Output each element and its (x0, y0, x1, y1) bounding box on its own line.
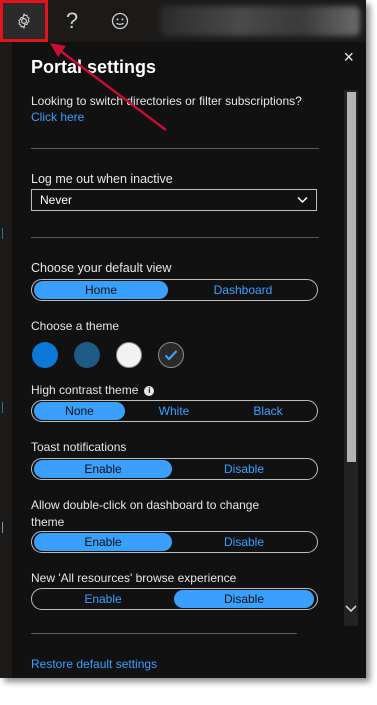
theme-swatch-dark[interactable] (158, 342, 184, 368)
all-resources-enable[interactable]: Enable (34, 590, 172, 608)
default-view-home[interactable]: Home (34, 281, 168, 299)
inactive-value: Never (40, 193, 73, 207)
directories-text: Looking to switch directories or filter … (31, 94, 302, 108)
panel-title: Portal settings (31, 57, 157, 77)
top-bar: ? (0, 0, 366, 42)
toast-enable[interactable]: Enable (34, 460, 172, 478)
portal-window: ? │ │ │ × Portal settings Looking to swi… (0, 0, 366, 678)
default-view-label: Choose your default view (31, 261, 172, 275)
feedback-button[interactable] (96, 0, 144, 42)
divider (31, 148, 319, 149)
close-icon[interactable]: × (343, 48, 354, 66)
divider (31, 237, 319, 238)
theme-swatch-azure[interactable] (32, 342, 58, 368)
gear-icon (18, 13, 30, 29)
doubleclick-label-line2: theme (31, 515, 65, 529)
smiley-icon (111, 12, 129, 30)
info-icon[interactable]: i (144, 385, 155, 396)
doubleclick-label-line1: Allow double-click on dashboard to chang… (31, 498, 260, 512)
help-icon: ? (65, 8, 79, 33)
settings-button[interactable] (0, 0, 48, 42)
portal-settings-panel: × Portal settings Looking to switch dire… (12, 42, 366, 678)
high-contrast-toggle: None White Black (31, 400, 318, 422)
inactive-label: Log me out when inactive (31, 172, 173, 186)
background-fragment: │ (0, 402, 6, 412)
inactive-select[interactable]: Never (31, 189, 317, 211)
all-resources-disable[interactable]: Disable (174, 590, 314, 608)
help-button[interactable]: ? (48, 0, 96, 42)
doubleclick-enable[interactable]: Enable (34, 533, 172, 551)
chevron-down-icon (297, 196, 308, 204)
toast-label: Toast notifications (31, 440, 127, 454)
background-fragment: │ (0, 228, 6, 238)
background-fragment: │ (0, 522, 6, 532)
background-page-strip: │ │ │ (0, 42, 12, 678)
divider (31, 633, 297, 634)
theme-swatch-dark-blue[interactable] (74, 342, 100, 368)
default-view-toggle: Home Dashboard (31, 279, 318, 301)
checkmark-icon (164, 350, 178, 361)
all-resources-label: New 'All resources' browse experience (31, 571, 237, 585)
theme-swatch-light[interactable] (116, 342, 142, 368)
account-area-blurred[interactable] (160, 6, 360, 36)
scroll-down-arrow-icon[interactable] (345, 604, 357, 613)
high-contrast-none[interactable]: None (34, 402, 125, 420)
toast-toggle: Enable Disable (31, 458, 318, 480)
high-contrast-label: High contrast theme i (31, 383, 155, 397)
theme-label: Choose a theme (31, 319, 120, 333)
doubleclick-toggle: Enable Disable (31, 531, 318, 553)
high-contrast-black[interactable]: Black (222, 402, 314, 420)
scrollbar-thumb[interactable] (347, 92, 356, 462)
default-view-dashboard[interactable]: Dashboard (172, 281, 314, 299)
doubleclick-disable[interactable]: Disable (174, 533, 314, 551)
toast-disable[interactable]: Disable (174, 460, 314, 478)
high-contrast-white[interactable]: White (128, 402, 220, 420)
click-here-link[interactable]: Click here (31, 110, 84, 124)
high-contrast-label-text: High contrast theme (31, 383, 139, 397)
all-resources-toggle: Enable Disable (31, 588, 318, 610)
restore-default-link[interactable]: Restore default settings (31, 657, 157, 671)
